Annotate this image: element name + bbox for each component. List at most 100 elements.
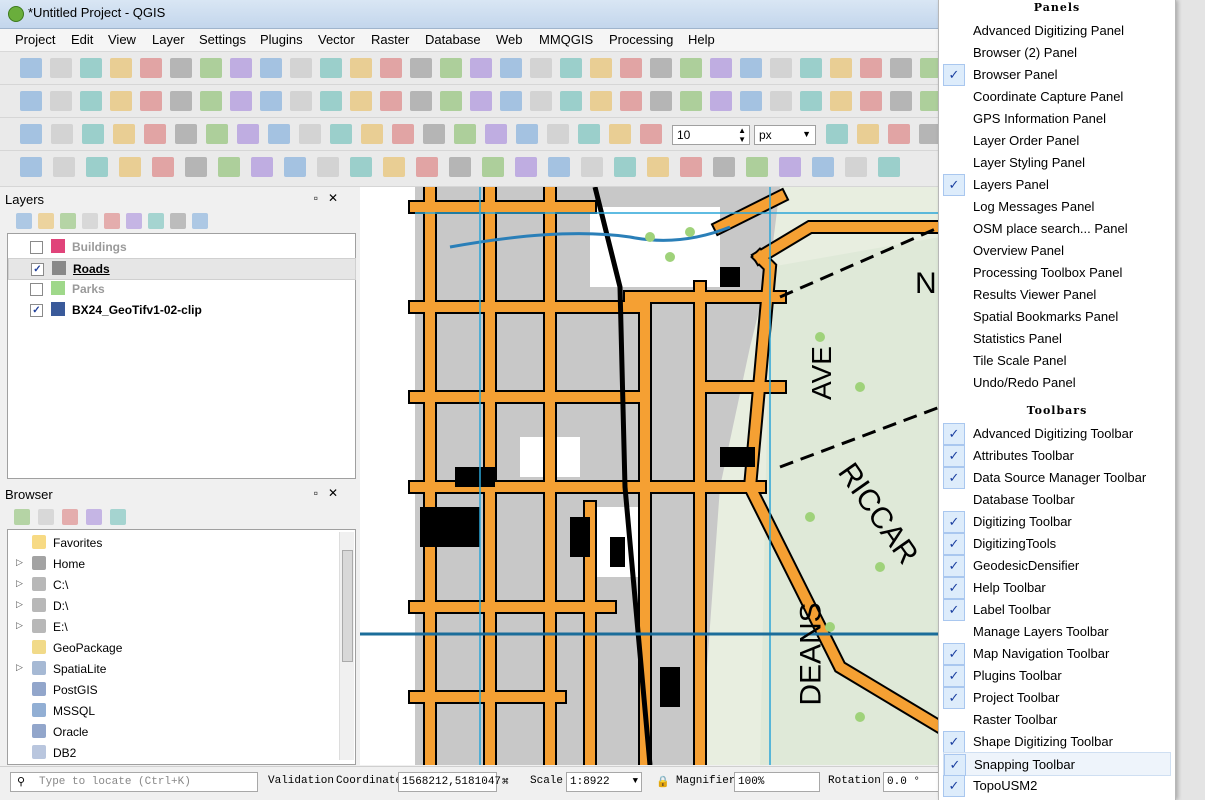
toolbar-tool-icon[interactable] [779, 157, 801, 177]
menu-item-panel[interactable]: Statistics Panel [943, 327, 1171, 349]
toolbar-tool-icon[interactable] [170, 91, 192, 111]
menu-item-toolbar[interactable]: ✓ Map Navigation Toolbar [943, 642, 1171, 665]
browser-item[interactable]: ▷ C:\ [8, 574, 338, 595]
toolbar-tool-icon[interactable] [500, 91, 522, 111]
toolbar-tool-icon[interactable] [320, 58, 342, 78]
toolbar-tool-icon[interactable] [860, 91, 882, 111]
toolbar-tool-icon[interactable] [878, 157, 900, 177]
menu-item-toolbar[interactable]: Raster Toolbar [943, 708, 1171, 730]
toolbar-tool-icon[interactable] [830, 58, 852, 78]
toolbar-tool-icon[interactable] [620, 58, 642, 78]
layers-tool-icon[interactable] [82, 213, 98, 229]
panel-float-close-icons[interactable]: ▫✕ [314, 486, 348, 500]
snapping-unit-select[interactable]: px ▼ [754, 125, 816, 145]
browser-tool-icon[interactable] [38, 509, 54, 525]
menu-item-panel[interactable]: Spatial Bookmarks Panel [943, 305, 1171, 327]
toolbar-tool-icon[interactable] [548, 157, 570, 177]
toolbar-tool-icon[interactable] [82, 124, 104, 144]
menu-item-panel[interactable]: Undo/Redo Panel [943, 371, 1171, 393]
expand-arrow-icon[interactable]: ▷ [16, 599, 23, 610]
toolbar-tool-icon[interactable] [710, 91, 732, 111]
browser-tool-icon[interactable] [86, 509, 102, 525]
toolbar-tool-icon[interactable] [812, 157, 834, 177]
toolbar-tool-icon[interactable] [845, 157, 867, 177]
toolbar-tool-icon[interactable] [581, 157, 603, 177]
toolbar-tool-icon[interactable] [440, 58, 462, 78]
toolbar-tool-icon[interactable] [680, 58, 702, 78]
expand-arrow-icon[interactable]: ▷ [16, 578, 23, 589]
browser-item[interactable]: ▷ SpatiaLite [8, 658, 338, 679]
menu-item-toolbar[interactable]: ✓ Plugins Toolbar [943, 664, 1171, 687]
toolbar-tool-icon[interactable] [609, 124, 631, 144]
toolbar-tool-icon[interactable] [140, 91, 162, 111]
toolbar-tool-icon[interactable] [268, 124, 290, 144]
panel-float-close-icons[interactable]: ▫✕ [314, 191, 348, 205]
browser-item[interactable]: ▷ E:\ [8, 616, 338, 637]
menu-view[interactable]: View [108, 32, 136, 47]
toolbar-tool-icon[interactable] [260, 91, 282, 111]
browser-item[interactable]: ▷ D:\ [8, 595, 338, 616]
toolbar-tool-icon[interactable] [380, 91, 402, 111]
toolbar-tool-icon[interactable] [449, 157, 471, 177]
toolbar-tool-icon[interactable] [80, 91, 102, 111]
toolbar-tool-icon[interactable] [251, 157, 273, 177]
toolbar-tool-icon[interactable] [110, 58, 132, 78]
toolbar-tool-icon[interactable] [86, 157, 108, 177]
menu-project[interactable]: Project [15, 32, 55, 47]
toolbar-tool-icon[interactable] [350, 58, 372, 78]
layer-item[interactable]: ✓ BX24_GeoTifv1-02-clip [8, 300, 354, 320]
browser-tool-icon[interactable] [14, 509, 30, 525]
toolbar-tool-icon[interactable] [200, 58, 222, 78]
toolbar-tool-icon[interactable] [392, 124, 414, 144]
toolbar-tool-icon[interactable] [560, 91, 582, 111]
menu-database[interactable]: Database [425, 32, 481, 47]
menu-item-toolbar[interactable]: Manage Layers Toolbar [943, 620, 1171, 642]
menu-item-panel[interactable]: Log Messages Panel [943, 195, 1171, 217]
toolbar-tool-icon[interactable] [260, 58, 282, 78]
toolbar-tool-icon[interactable] [710, 58, 732, 78]
toolbar-tool-icon[interactable] [890, 58, 912, 78]
toolbar-tool-icon[interactable] [470, 58, 492, 78]
layers-tool-icon[interactable] [38, 213, 54, 229]
toolbar-tool-icon[interactable] [50, 58, 72, 78]
menu-item-toolbar[interactable]: ✓ Attributes Toolbar [943, 444, 1171, 467]
toolbar-tool-icon[interactable] [53, 157, 75, 177]
layer-visibility-checkbox[interactable]: ✓ [30, 304, 43, 317]
magnifier-field[interactable]: 100% [734, 772, 820, 792]
menu-plugins[interactable]: Plugins [260, 32, 303, 47]
layers-tool-icon[interactable] [60, 213, 76, 229]
toolbar-tool-icon[interactable] [590, 91, 612, 111]
coordinate-field[interactable]: 1568212,5181047 [398, 772, 501, 792]
toolbar-tool-icon[interactable] [590, 58, 612, 78]
toolbar-tool-icon[interactable] [230, 91, 252, 111]
snapping-tolerance-input[interactable]: 10 ▲ ▼ [672, 125, 750, 145]
menu-mmqgis[interactable]: MMQGIS [539, 32, 593, 47]
browser-item[interactable]: GeoPackage [8, 637, 338, 658]
toolbar-tool-icon[interactable] [647, 157, 669, 177]
layers-tool-icon[interactable] [104, 213, 120, 229]
toolbar-tool-icon[interactable] [119, 157, 141, 177]
toolbar-tool-icon[interactable] [410, 91, 432, 111]
expand-arrow-icon[interactable]: ▷ [16, 620, 23, 631]
scrollbar-thumb[interactable] [342, 550, 353, 662]
menu-item-panel[interactable]: Layer Styling Panel [943, 151, 1171, 173]
toolbar-tool-icon[interactable] [20, 91, 42, 111]
toolbar-tool-icon[interactable] [330, 124, 352, 144]
browser-item[interactable]: DB2 [8, 742, 338, 763]
toolbar-tool-icon[interactable] [560, 58, 582, 78]
toolbar-tool-icon[interactable] [800, 91, 822, 111]
toolbar-tool-icon[interactable] [237, 124, 259, 144]
toolbar-tool-icon[interactable] [440, 91, 462, 111]
layers-tool-icon[interactable] [192, 213, 208, 229]
toolbar-tool-icon[interactable] [350, 91, 372, 111]
toolbar-tool-icon[interactable] [500, 58, 522, 78]
toolbar-tool-icon[interactable] [423, 124, 445, 144]
toolbar-tool-icon[interactable] [650, 91, 672, 111]
browser-scrollbar[interactable] [339, 532, 354, 760]
menu-item-toolbar[interactable]: ✓ Digitizing Toolbar [943, 510, 1171, 533]
menu-edit[interactable]: Edit [71, 32, 93, 47]
expand-arrow-icon[interactable]: ▷ [16, 662, 23, 673]
layer-visibility-checkbox[interactable] [30, 283, 43, 296]
toolbar-tool-icon[interactable] [284, 157, 306, 177]
layer-item[interactable]: Parks [8, 279, 354, 299]
